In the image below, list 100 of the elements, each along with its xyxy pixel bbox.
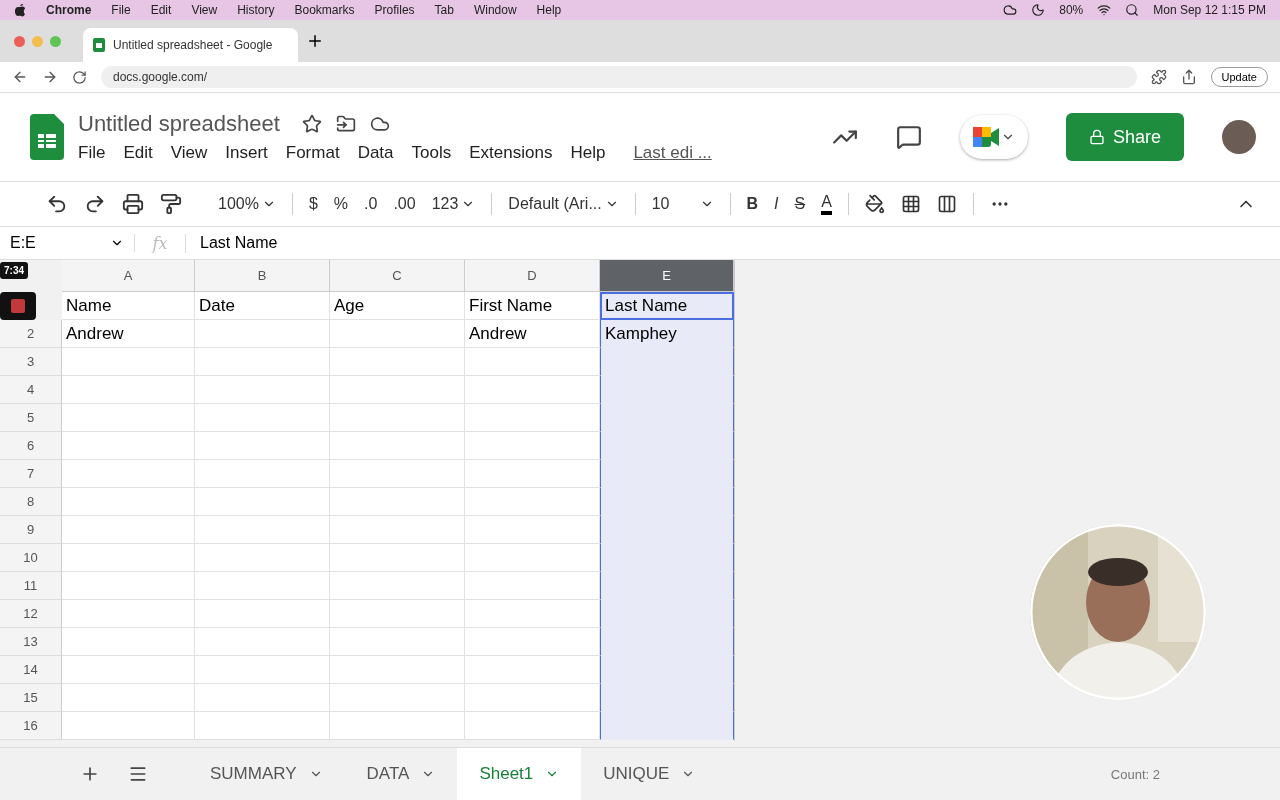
menu-icon — [128, 764, 148, 784]
forward-icon[interactable] — [42, 69, 58, 85]
menu-item[interactable]: View — [170, 143, 208, 163]
row-header[interactable]: 5 — [0, 404, 62, 432]
table-cell: Date — [195, 292, 330, 320]
row-header[interactable]: 7 — [0, 460, 62, 488]
strikethrough-button[interactable]: S — [794, 195, 806, 213]
menu-item[interactable]: Edit — [123, 143, 153, 163]
menu-item[interactable]: Tab — [434, 3, 454, 17]
cloud-icon[interactable] — [369, 114, 390, 134]
document-title[interactable]: Untitled spreadsheet — [78, 111, 280, 137]
row-header[interactable]: 11 — [0, 572, 62, 600]
row-header[interactable]: 3 — [0, 348, 62, 376]
update-button[interactable]: Update — [1210, 67, 1268, 87]
row-header[interactable]: 4 — [0, 376, 62, 404]
menu-item[interactable]: File — [78, 143, 106, 163]
row-header[interactable]: 10 — [0, 544, 62, 572]
menu-item[interactable]: Format — [285, 143, 340, 163]
name-box[interactable]: E:E — [0, 234, 135, 252]
share-icon[interactable] — [1180, 69, 1197, 85]
battery-level: 80% — [1059, 3, 1084, 17]
table-cell: Age — [330, 292, 465, 320]
row-header[interactable]: 16 — [0, 712, 62, 740]
star-icon[interactable] — [301, 114, 322, 134]
decrease-decimals-button[interactable]: .0 — [364, 195, 378, 213]
last-edit-link[interactable]: Last edi ... — [633, 143, 712, 163]
new-tab-icon[interactable] — [306, 32, 324, 50]
row-header[interactable]: 2 — [0, 320, 62, 348]
moon-icon[interactable] — [1031, 3, 1046, 17]
fx-label: fx — [135, 233, 186, 253]
zoom-select[interactable]: 100% — [218, 195, 276, 213]
italic-button[interactable]: I — [774, 195, 779, 213]
cloud-icon[interactable] — [1003, 3, 1018, 17]
text-color-button[interactable]: A — [821, 193, 832, 215]
selection-count: Count: 2 — [1110, 766, 1160, 782]
menu-item[interactable]: View — [191, 3, 218, 17]
share-button[interactable]: Share — [1066, 113, 1184, 161]
print-icon[interactable] — [122, 193, 144, 215]
wifi-icon[interactable] — [1097, 3, 1112, 17]
column-header[interactable]: A — [62, 260, 195, 292]
puzzle-icon[interactable] — [1150, 69, 1167, 85]
menu-item[interactable]: Bookmarks — [294, 3, 355, 17]
sheet-tab[interactable]: Sheet1 — [457, 748, 582, 800]
comment-icon[interactable] — [896, 124, 922, 150]
fill-color-icon[interactable] — [864, 194, 885, 214]
address-field[interactable]: docs.google.com/ — [101, 66, 1137, 88]
stop-recording-button[interactable] — [0, 292, 36, 320]
sheet-tab[interactable]: DATA — [344, 748, 458, 800]
table-cell: Last Name — [600, 292, 734, 320]
row-header[interactable]: 9 — [0, 516, 62, 544]
clock: Mon Sep 12 1:15 PM — [1153, 3, 1266, 17]
font-select[interactable]: Default (Ari... — [508, 195, 619, 213]
menu-item[interactable]: File — [111, 3, 131, 17]
column-header[interactable]: D — [465, 260, 600, 292]
menu-item[interactable]: Insert — [225, 143, 268, 163]
menu-item[interactable]: Data — [357, 143, 394, 163]
avatar[interactable] — [1222, 120, 1256, 154]
column-header[interactable]: C — [330, 260, 465, 292]
font-size-select[interactable]: 10 — [651, 195, 714, 213]
menu-item[interactable]: History — [237, 3, 275, 17]
menu-item[interactable]: Tools — [411, 143, 452, 163]
menu-item[interactable]: Extensions — [469, 143, 553, 163]
percent-button[interactable]: % — [333, 195, 349, 213]
sheets-logo[interactable] — [30, 114, 64, 160]
back-icon[interactable] — [12, 69, 28, 85]
borders-icon[interactable] — [900, 194, 921, 214]
menu-item[interactable]: Help — [536, 3, 562, 17]
row-header[interactable]: 8 — [0, 488, 62, 516]
table-cell: Andrew — [62, 320, 195, 348]
column-header[interactable]: E — [600, 260, 734, 292]
menu-item[interactable]: Edit — [150, 3, 172, 17]
menu-item[interactable]: Help — [570, 143, 606, 163]
apple-icon[interactable] — [14, 3, 26, 17]
undo-icon[interactable] — [46, 193, 68, 215]
bold-button[interactable]: B — [746, 195, 759, 213]
table-cell: Andrew — [465, 320, 600, 348]
merge-icon[interactable] — [936, 194, 957, 214]
menu-item[interactable]: Window — [473, 3, 517, 17]
lock-icon — [1088, 129, 1105, 145]
reload-icon[interactable] — [72, 69, 87, 85]
app-menu[interactable]: Chrome — [46, 3, 92, 17]
sheet-tab[interactable]: UNIQUE — [581, 748, 718, 800]
row-header[interactable]: 14 — [0, 656, 62, 684]
row-header[interactable]: 15 — [0, 684, 62, 712]
row-header[interactable]: 12 — [0, 600, 62, 628]
row-header[interactable]: 13 — [0, 628, 62, 656]
browser-tab[interactable]: Untitled spreadsheet - Google — [83, 28, 298, 62]
menu-item[interactable]: Profiles — [374, 3, 415, 17]
move-icon[interactable] — [335, 114, 356, 134]
sheet-tab[interactable]: SUMMARY — [188, 748, 345, 800]
row-header[interactable]: 6 — [0, 432, 62, 460]
formula-field[interactable]: Last Name — [186, 234, 278, 252]
meet-button[interactable] — [960, 115, 1028, 159]
number-format-select[interactable]: 123 — [431, 195, 476, 213]
paint-format-icon[interactable] — [160, 193, 182, 215]
currency-button[interactable]: $ — [308, 195, 318, 213]
search-icon[interactable] — [1125, 3, 1140, 17]
column-header[interactable]: B — [195, 260, 330, 292]
increase-decimals-button[interactable]: .00 — [393, 195, 416, 213]
redo-icon[interactable] — [84, 193, 106, 215]
